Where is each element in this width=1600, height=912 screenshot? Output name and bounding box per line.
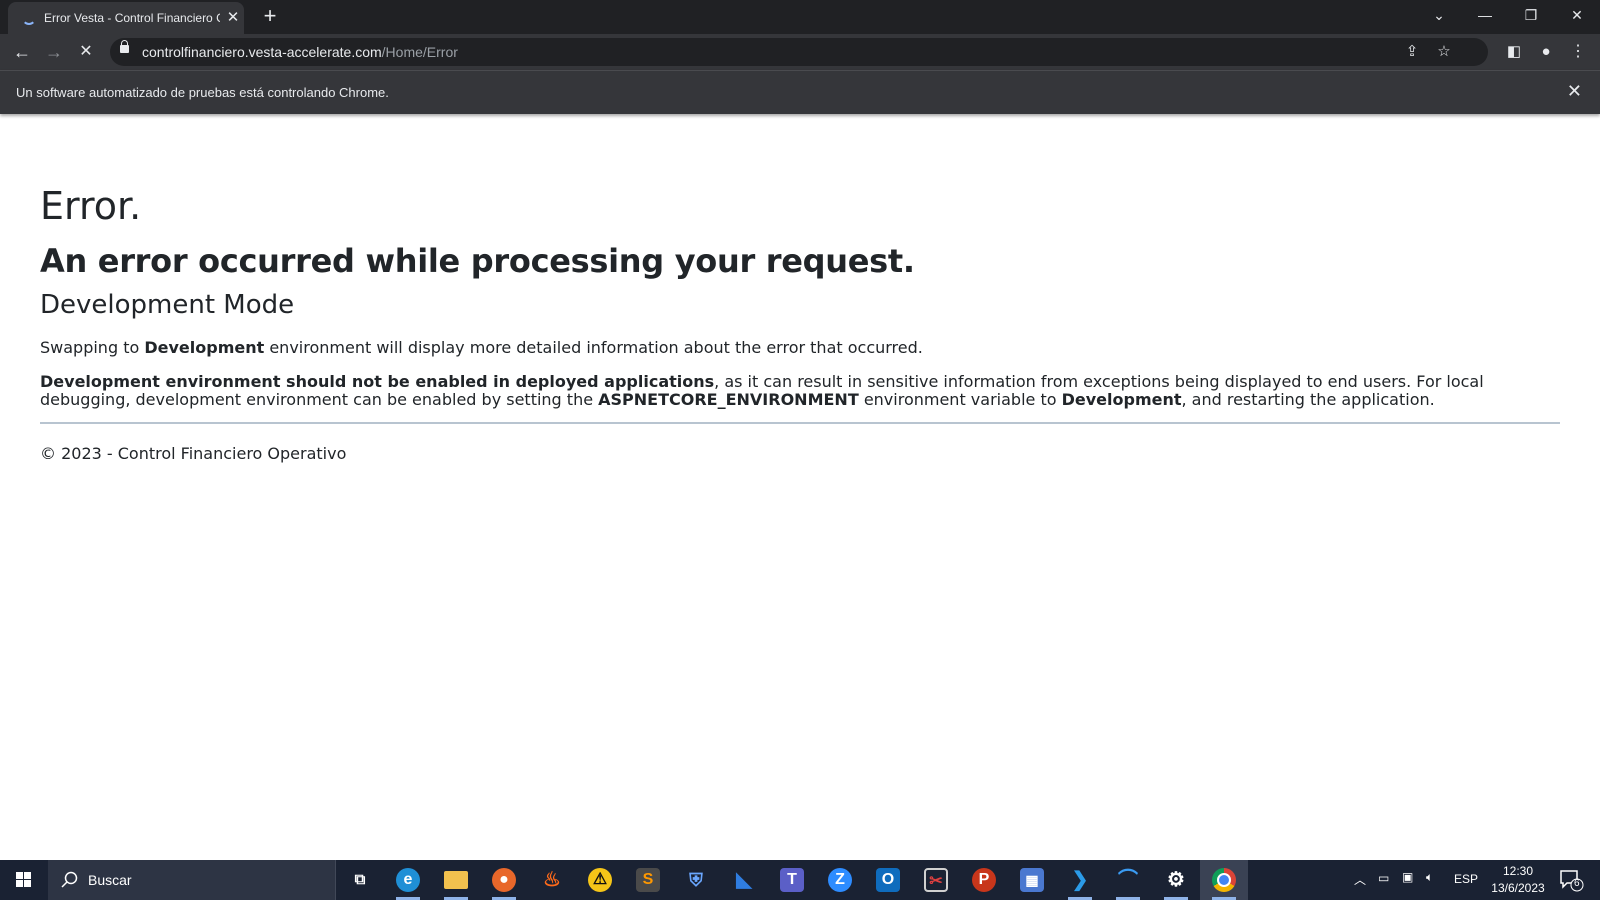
notifications-button[interactable]: 6 bbox=[1558, 868, 1584, 892]
taskbar-chrome[interactable] bbox=[1200, 860, 1248, 900]
search-placeholder: Buscar bbox=[88, 872, 132, 888]
show-hidden-icons-chevron-icon[interactable]: ︿ bbox=[1354, 871, 1366, 911]
vscode-icon: ❯ bbox=[1071, 869, 1089, 891]
azure-devops-icon: ◣ bbox=[736, 869, 752, 891]
profile-icon[interactable]: ● bbox=[1534, 40, 1558, 64]
minimize-button[interactable]: — bbox=[1462, 0, 1508, 32]
taskbar-edge[interactable]: e bbox=[384, 860, 432, 900]
network-icon[interactable]: ▣ bbox=[1402, 870, 1413, 910]
task-view-button[interactable]: ⧉ bbox=[336, 860, 384, 900]
edge-icon: e bbox=[396, 868, 420, 892]
taskbar-outlook[interactable]: O bbox=[864, 860, 912, 900]
windows-logo-icon bbox=[16, 872, 31, 887]
infobar-message: Un software automatizado de pruebas está… bbox=[16, 85, 389, 100]
taskbar-file-explorer[interactable] bbox=[432, 860, 480, 900]
share-icon[interactable]: ⇪ bbox=[1400, 40, 1424, 64]
tab-title: Error Vesta - Control Financiero C bbox=[44, 11, 220, 25]
loading-spinner-icon bbox=[22, 11, 36, 25]
taskbar-settings[interactable]: ⚙ bbox=[1152, 860, 1200, 900]
browser-toolbar: ← → ✕ controlfinanciero.vesta-accelerate… bbox=[0, 34, 1600, 70]
forward-icon[interactable]: → bbox=[42, 40, 66, 64]
address-bar[interactable]: controlfinanciero.vesta-accelerate.com/H… bbox=[110, 38, 1488, 66]
tab-search-icon[interactable]: ⌄ bbox=[1416, 0, 1462, 32]
request-error-heading: An error occurred while processing your … bbox=[40, 242, 915, 280]
taskbar-zoom[interactable]: Z bbox=[816, 860, 864, 900]
tab-strip: Error Vesta - Control Financiero C ✕ + ⌄… bbox=[0, 0, 1600, 34]
search-icon bbox=[61, 871, 78, 888]
zoom-icon: Z bbox=[828, 868, 852, 892]
warning-icon: ⚠ bbox=[588, 868, 612, 892]
p-app-icon: P bbox=[972, 868, 996, 892]
volume-icon[interactable]: 🔈︎ bbox=[1426, 870, 1433, 910]
footer-copyright: © 2023 - Control Financiero Operativo bbox=[40, 444, 347, 463]
shield-icon: ⛨ bbox=[689, 870, 703, 890]
taskbar-azure-devops[interactable]: ◣ bbox=[720, 860, 768, 900]
taskbar-firefox[interactable]: ● bbox=[480, 860, 528, 900]
automation-infobar: Un software automatizado de pruebas está… bbox=[0, 70, 1600, 114]
taskbar-vscode[interactable]: ❯ bbox=[1056, 860, 1104, 900]
clock-time: 12:30 bbox=[1502, 864, 1534, 878]
language-indicator[interactable]: ESP bbox=[1454, 872, 1478, 912]
swap-environment-paragraph: Swapping to Development environment will… bbox=[40, 338, 923, 357]
teams-icon: T bbox=[780, 868, 804, 892]
url-text[interactable]: controlfinanciero.vesta-accelerate.com/H… bbox=[142, 44, 458, 60]
side-panel-icon[interactable]: ◧ bbox=[1502, 40, 1526, 64]
taskbar-snipping-tool[interactable]: ✂ bbox=[912, 860, 960, 900]
snipping-tool-icon: ✂ bbox=[924, 868, 948, 892]
error-heading: Error. bbox=[40, 184, 142, 228]
bookmark-star-icon[interactable]: ☆ bbox=[1432, 40, 1456, 64]
new-tab-button[interactable]: + bbox=[258, 4, 282, 28]
restore-button[interactable]: ❐ bbox=[1508, 0, 1554, 32]
menu-kebab-icon[interactable]: ⋮ bbox=[1566, 40, 1590, 64]
windows-taskbar: Buscar ⧉ e ● ♨ ⚠ S ⛨ ◣ T Z O ✂ P ▦ ❯ ⌒ ⚙… bbox=[0, 860, 1600, 900]
taskbar-sublime-text[interactable]: S bbox=[624, 860, 672, 900]
taskbar-warning-app[interactable]: ⚠ bbox=[576, 860, 624, 900]
outlook-icon: O bbox=[876, 868, 900, 892]
chrome-icon bbox=[1212, 868, 1236, 892]
browser-tab[interactable]: Error Vesta - Control Financiero C ✕ bbox=[8, 2, 244, 34]
taskbar-teams[interactable]: T bbox=[768, 860, 816, 900]
deployment-warning-paragraph: Development environment should not be en… bbox=[40, 372, 1484, 409]
taskbar-search-box[interactable]: Buscar bbox=[48, 860, 336, 900]
folder-icon bbox=[444, 871, 468, 889]
battery-icon[interactable]: ▭ bbox=[1378, 871, 1389, 911]
taskbar-p-app[interactable]: P bbox=[960, 860, 1008, 900]
flame-icon: ♨ bbox=[543, 869, 561, 891]
sublime-text-icon: S bbox=[636, 868, 660, 892]
tab-close-icon[interactable]: ✕ bbox=[224, 9, 242, 27]
gear-icon: ⚙ bbox=[1167, 869, 1185, 891]
taskbar-flame-app[interactable]: ♨ bbox=[528, 860, 576, 900]
firefox-icon: ● bbox=[492, 868, 516, 892]
taskbar-clock[interactable]: 12:30 13/6/2023 bbox=[1478, 863, 1558, 897]
infobar-close-icon[interactable]: ✕ bbox=[1567, 81, 1582, 102]
footer-divider bbox=[40, 422, 1560, 424]
taskbar-azure-data-studio[interactable]: ⌒ bbox=[1104, 860, 1152, 900]
taskbar-security-app[interactable]: ⛨ bbox=[672, 860, 720, 900]
close-window-button[interactable]: ✕ bbox=[1554, 0, 1600, 32]
azure-data-studio-icon: ⌒ bbox=[1118, 869, 1138, 891]
clock-date: 13/6/2023 bbox=[1491, 881, 1545, 895]
calculator-icon: ▦ bbox=[1020, 868, 1044, 892]
back-icon[interactable]: ← bbox=[10, 40, 34, 64]
taskbar-calculator[interactable]: ▦ bbox=[1008, 860, 1056, 900]
start-button[interactable] bbox=[0, 860, 48, 900]
notification-count-badge: 6 bbox=[1574, 878, 1580, 889]
notification-icon bbox=[1560, 870, 1584, 892]
development-mode-heading: Development Mode bbox=[40, 290, 295, 320]
lock-icon[interactable] bbox=[120, 40, 129, 53]
task-view-icon: ⧉ bbox=[354, 871, 366, 888]
stop-loading-icon[interactable]: ✕ bbox=[74, 40, 98, 64]
